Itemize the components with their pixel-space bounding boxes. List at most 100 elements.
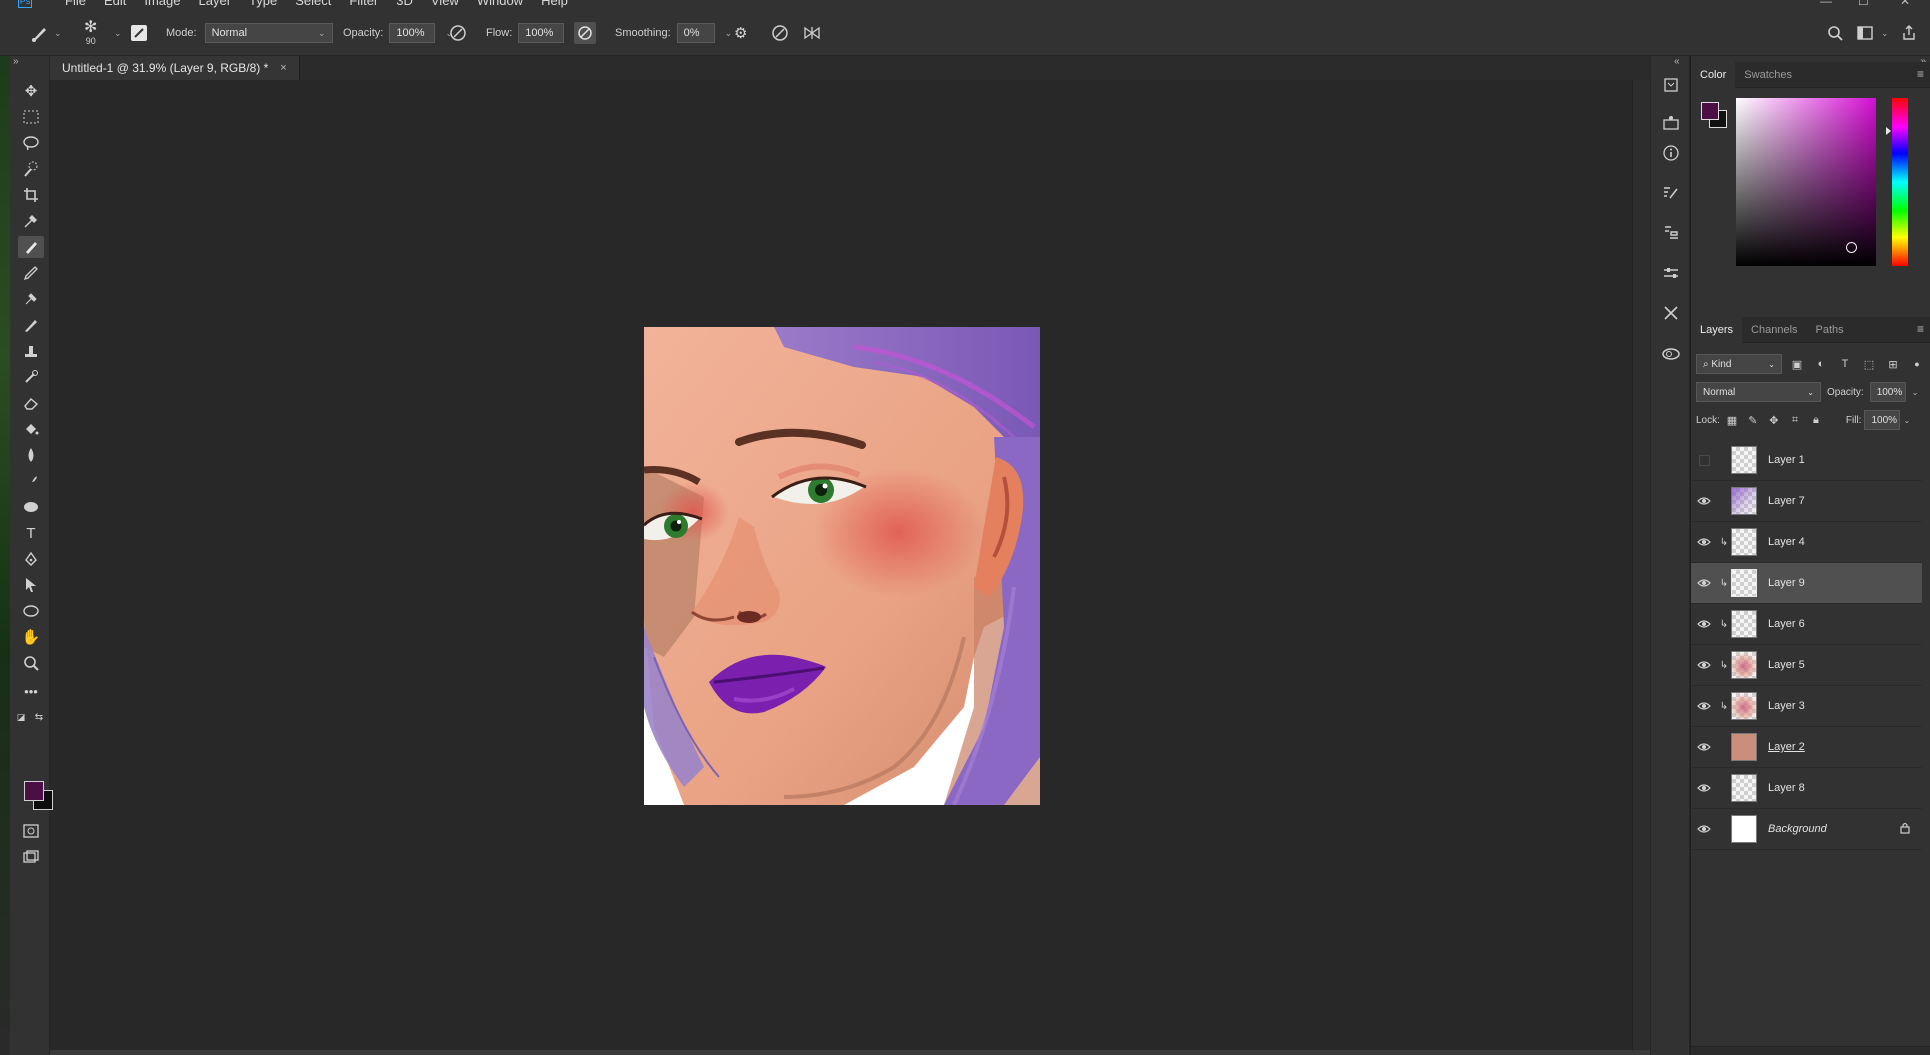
color-saturation-field[interactable] — [1736, 98, 1876, 266]
layer-row[interactable]: Layer 8 — [1691, 768, 1922, 809]
opacity-input[interactable]: 100% — [389, 23, 436, 43]
menu-image[interactable]: Image — [135, 0, 189, 8]
lock-position-icon[interactable]: ✥ — [1765, 411, 1783, 429]
screen-mode-icon[interactable] — [18, 846, 44, 868]
smoothing-options-gear-icon[interactable]: ⚙ — [734, 26, 747, 41]
blend-mode-select[interactable]: Normal ⌄ — [1696, 382, 1821, 402]
eye-icon[interactable] — [1691, 578, 1717, 588]
eraser-tool-icon[interactable] — [18, 392, 44, 414]
tab-swatches[interactable]: Swatches — [1735, 62, 1801, 88]
layer-row[interactable]: ↳ Layer 9 — [1691, 563, 1922, 604]
brush-tool-icon[interactable] — [18, 236, 44, 258]
search-icon[interactable] — [1826, 24, 1844, 42]
menu-file[interactable]: File — [56, 0, 95, 8]
pressure-size-icon[interactable] — [770, 23, 790, 43]
lock-artboard-icon[interactable]: ⌗ — [1786, 411, 1804, 429]
menu-layer[interactable]: Layer — [190, 0, 241, 8]
brush-size-chevron-icon[interactable]: ⌄ — [114, 28, 122, 39]
stamp-tool-icon[interactable] — [18, 340, 44, 362]
clone-source-icon[interactable] — [1660, 222, 1682, 244]
creative-cloud-icon[interactable] — [1660, 342, 1682, 364]
lock-transparent-pixels-icon[interactable]: ▦ — [1723, 411, 1741, 429]
libraries-panel-icon[interactable] — [1660, 112, 1682, 134]
eye-icon[interactable] — [1691, 619, 1717, 629]
smoothing-chevron-icon[interactable]: ⌄ — [725, 28, 733, 39]
minimize-icon[interactable]: — — [1820, 0, 1832, 8]
layer-row[interactable]: ↳ Layer 3 — [1691, 686, 1922, 727]
menu-type[interactable]: Type — [240, 0, 286, 8]
filter-adjustment-icon[interactable]: ◐ — [1812, 355, 1830, 373]
brush-settings-panel-icon[interactable] — [131, 25, 147, 41]
pen-tool-icon[interactable] — [18, 548, 44, 570]
eye-icon[interactable] — [1691, 660, 1717, 670]
eye-icon[interactable] — [1691, 701, 1717, 711]
menu-window[interactable]: Window — [468, 0, 532, 8]
share-icon[interactable] — [1900, 24, 1918, 42]
workspace-chevron-icon[interactable]: ⌄ — [1881, 28, 1889, 39]
layer-row[interactable]: ↳ Layer 6 — [1691, 604, 1922, 645]
brush-settings-icon[interactable] — [1660, 182, 1682, 204]
close-window-icon[interactable]: ✕ — [1900, 0, 1910, 8]
horizontal-scrollbar[interactable] — [50, 1050, 1650, 1055]
hue-slider-marker[interactable] — [1886, 127, 1891, 135]
airbrush-icon[interactable] — [574, 22, 596, 44]
lock-icon[interactable] — [1900, 822, 1910, 837]
layer-row[interactable]: Background — [1691, 809, 1922, 850]
marquee-tool-icon[interactable] — [18, 106, 44, 128]
vertical-scrollbar[interactable] — [1632, 80, 1650, 1050]
layer-opacity-input[interactable]: 100% — [1869, 382, 1906, 402]
layer-row[interactable]: Layer 2 — [1691, 727, 1922, 768]
lock-all-icon[interactable]: 🔒︎ — [1807, 411, 1825, 429]
adjustments-panel-icon[interactable] — [1660, 262, 1682, 284]
eye-icon[interactable] — [1691, 783, 1717, 793]
mode-select[interactable]: Normal ⌄ — [204, 23, 333, 43]
color-picker-cursor[interactable] — [1846, 242, 1857, 253]
tab-layers[interactable]: Layers — [1691, 316, 1743, 343]
clone-stamp-tool-icon[interactable] — [18, 288, 44, 310]
layer-row[interactable]: ↳ Layer 5 — [1691, 645, 1922, 686]
filter-toggle-icon[interactable]: ● — [1908, 355, 1926, 373]
history-brush-tool-icon[interactable] — [18, 366, 44, 388]
filter-type-icon[interactable]: T — [1836, 355, 1854, 373]
swap-colors-icon[interactable]: ⇆ — [32, 706, 46, 728]
ellipse-tool-icon[interactable] — [18, 600, 44, 622]
layer-opacity-chevron-icon[interactable]: ⌄ — [1912, 388, 1919, 397]
document-tab[interactable]: Untitled-1 @ 31.9% (Layer 9, RGB/8) * × — [50, 56, 300, 80]
symmetry-butterfly-icon[interactable] — [802, 23, 822, 43]
eyedropper-tool-icon[interactable] — [18, 210, 44, 232]
info-panel-icon[interactable] — [1660, 142, 1682, 164]
foreground-color-swatch[interactable] — [24, 781, 44, 801]
menu-edit[interactable]: Edit — [95, 0, 135, 8]
layer-row[interactable]: ↳ Layer 4 — [1691, 522, 1922, 563]
eye-icon[interactable] — [1691, 824, 1717, 834]
pencil-tool-icon[interactable] — [18, 262, 44, 284]
smudge-tool-icon[interactable] — [18, 470, 44, 492]
menu-view[interactable]: View — [422, 0, 468, 8]
workspace-icon[interactable] — [1856, 25, 1874, 41]
pressure-opacity-icon[interactable] — [448, 23, 468, 43]
menu-3d[interactable]: 3D — [387, 0, 422, 8]
history-panel-icon[interactable] — [1660, 74, 1682, 96]
canvas-artwork[interactable] — [644, 327, 1040, 805]
color-panel-menu-icon[interactable]: ≡ — [1917, 67, 1924, 81]
path-selection-tool-icon[interactable] — [18, 574, 44, 596]
filter-kind-select[interactable]: ⌕ Kind ⌄ — [1696, 354, 1782, 374]
menu-select[interactable]: Select — [286, 0, 340, 8]
color-panel-foreground-swatch[interactable] — [1701, 102, 1719, 120]
layer-row[interactable]: Layer 7 — [1691, 481, 1922, 522]
filter-pixel-icon[interactable]: ▣ — [1788, 355, 1806, 373]
tool-preset-picker[interactable]: ⌄ — [28, 10, 62, 56]
layer-row[interactable]: Layer 1 — [1691, 440, 1922, 481]
smoothing-input[interactable]: 0% — [676, 23, 715, 43]
default-colors-icon[interactable]: ◪ — [14, 706, 28, 728]
fill-chevron-icon[interactable]: ⌄ — [1903, 416, 1910, 425]
flow-input[interactable]: 100% — [518, 23, 565, 43]
type-tool-icon[interactable]: T — [18, 522, 44, 544]
collapse-toolbar-icon[interactable]: » — [13, 56, 19, 67]
menu-filter[interactable]: Filter — [340, 0, 387, 8]
tab-paths[interactable]: Paths — [1807, 317, 1853, 343]
maximize-icon[interactable]: ☐ — [1858, 0, 1869, 8]
eye-icon[interactable] — [1691, 496, 1717, 506]
brush-size-picker[interactable]: ✻ 90 — [84, 10, 97, 56]
crop-tool-icon[interactable] — [18, 184, 44, 206]
